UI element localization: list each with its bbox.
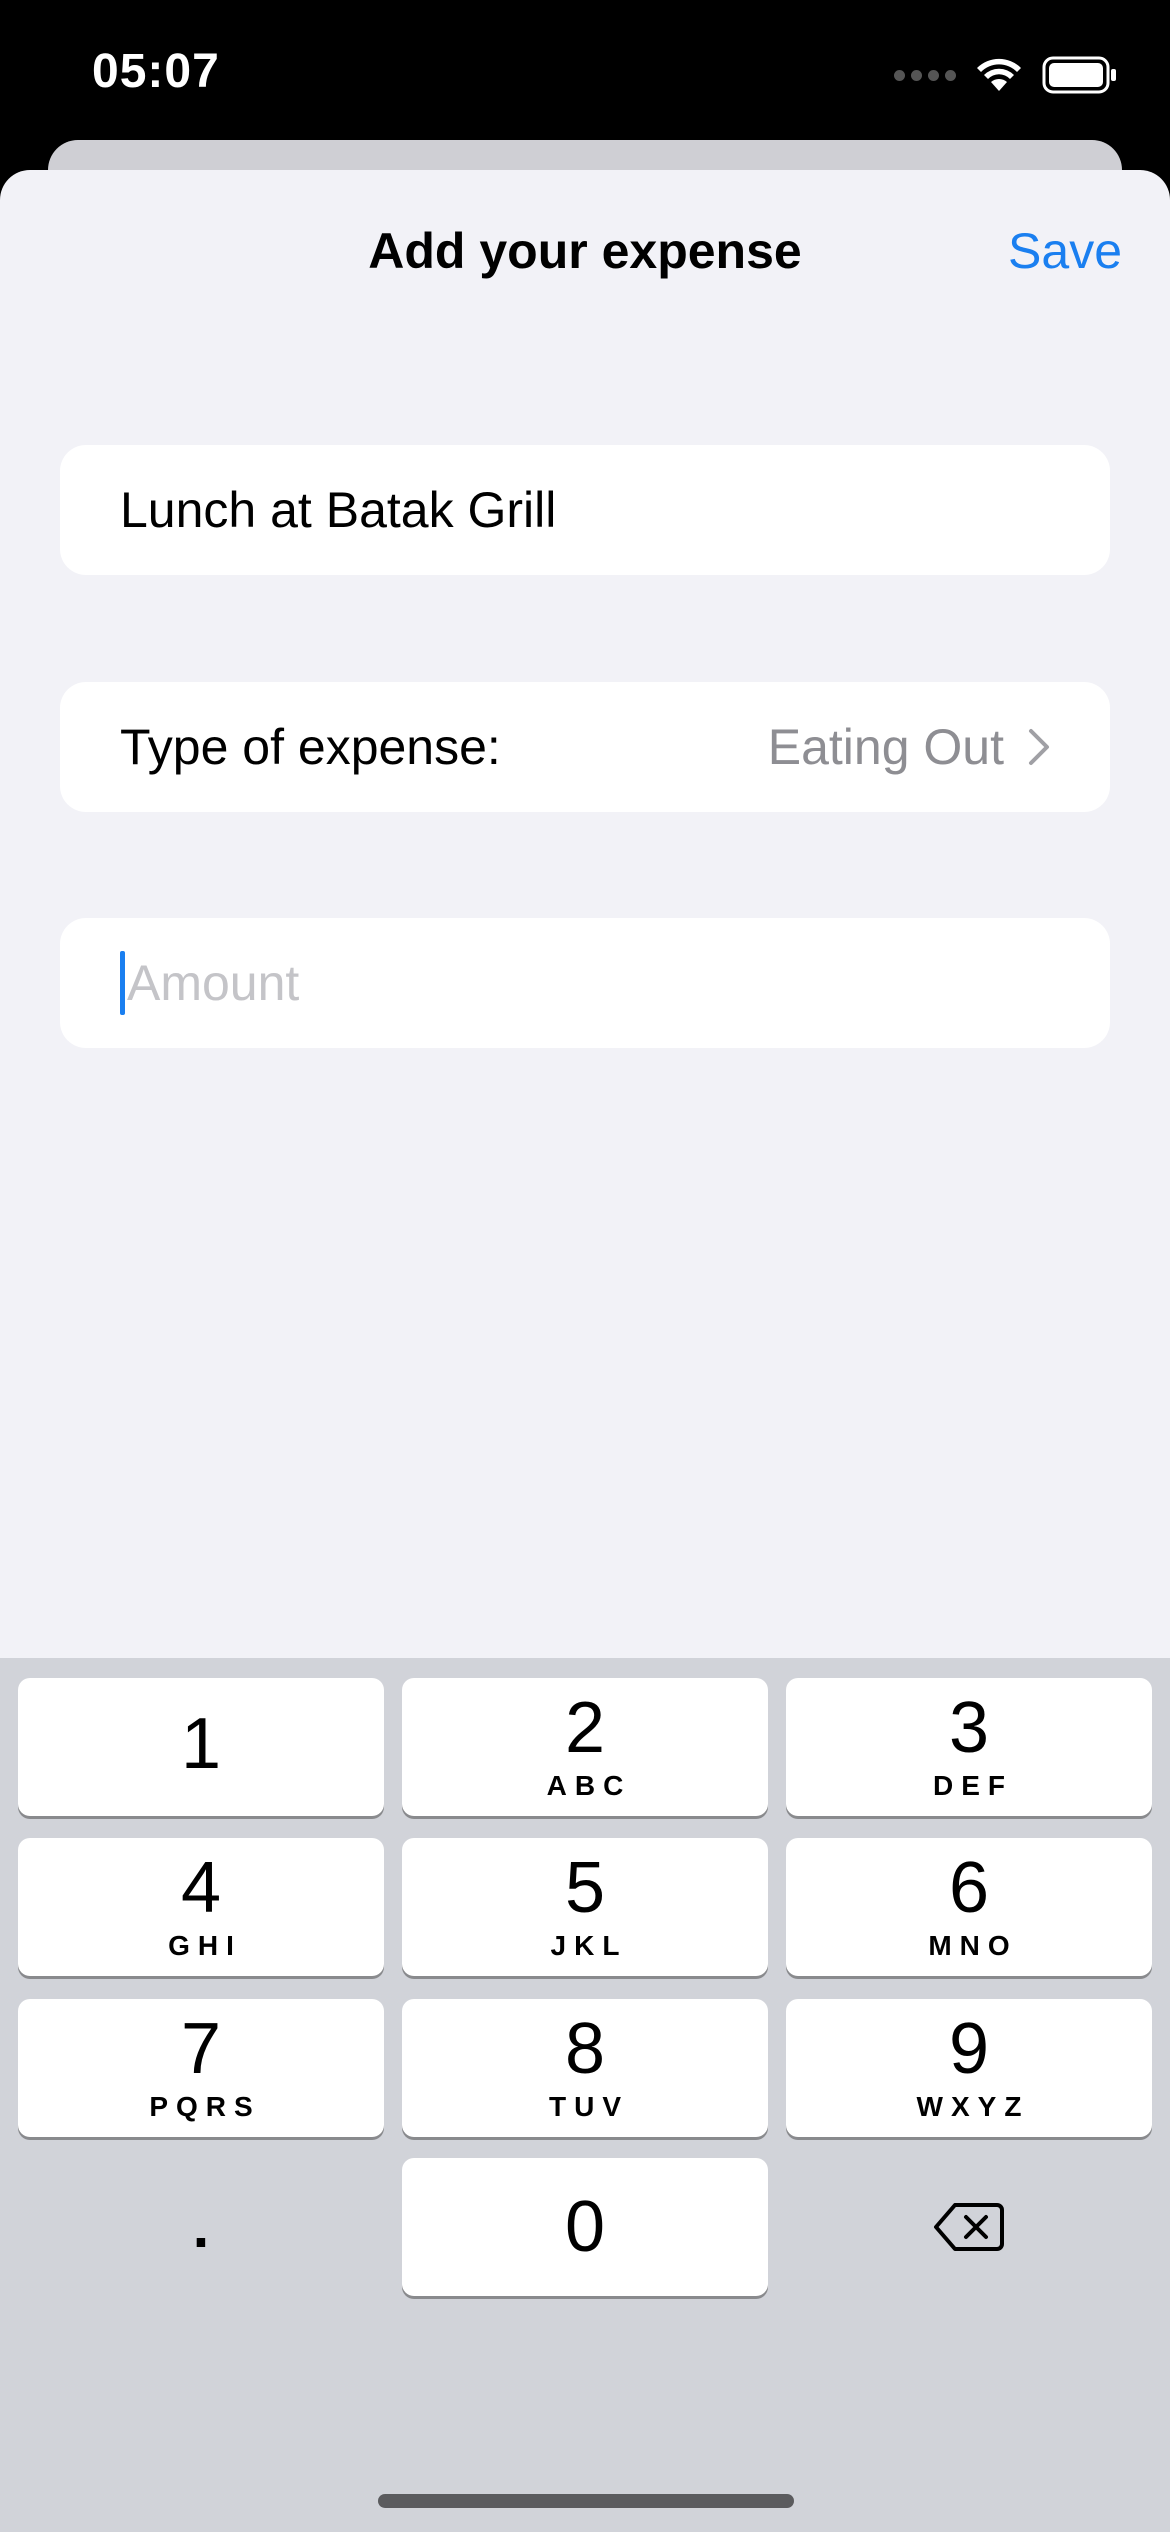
numeric-keyboard: 1 2 ABC 3 DEF 4 GHI 5 JKL 6 MNO 7 PQRS 8… <box>0 1658 1170 2532</box>
expense-type-selector[interactable]: Eating Out <box>768 718 1050 776</box>
chevron-right-icon <box>1029 729 1049 765</box>
delete-key[interactable] <box>786 2158 1152 2296</box>
key-7[interactable]: 7 PQRS <box>18 1999 384 2137</box>
expense-type-label: Type of expense: <box>120 719 501 775</box>
key-8[interactable]: 8 TUV <box>402 1999 768 2137</box>
status-time: 05:07 <box>92 45 220 98</box>
wifi-icon <box>977 58 1021 91</box>
key-3[interactable]: 3 DEF <box>786 1678 1152 1816</box>
key-5[interactable]: 5 JKL <box>402 1838 768 1976</box>
save-button[interactable]: Save <box>1008 222 1122 280</box>
expense-type-value: Eating Out <box>767 719 1004 775</box>
page-title: Add your expense <box>368 223 802 279</box>
expense-name-field[interactable]: Lunch at Batak Grill <box>60 445 1110 575</box>
cellular-signal-icon <box>894 69 956 81</box>
amount-input[interactable] <box>126 954 1050 1012</box>
key-0[interactable]: 0 <box>402 2158 768 2296</box>
amount-field[interactable] <box>60 918 1110 1048</box>
status-icons <box>894 52 1118 98</box>
expense-type-row[interactable]: Type of expense: Eating Out <box>60 682 1110 812</box>
text-cursor <box>120 951 125 1015</box>
status-bar: 05:07 <box>0 0 1170 150</box>
expense-name-value[interactable]: Lunch at Batak Grill <box>120 481 556 539</box>
key-9[interactable]: 9 WXYZ <box>786 1999 1152 2137</box>
key-6[interactable]: 6 MNO <box>786 1838 1152 1976</box>
battery-icon <box>1042 56 1116 94</box>
key-1[interactable]: 1 <box>18 1678 384 1816</box>
key-2[interactable]: 2 ABC <box>402 1678 768 1816</box>
key-decimal[interactable]: . <box>18 2158 384 2296</box>
backspace-icon <box>934 2203 1004 2251</box>
home-indicator[interactable] <box>378 2494 794 2508</box>
key-4[interactable]: 4 GHI <box>18 1838 384 1976</box>
